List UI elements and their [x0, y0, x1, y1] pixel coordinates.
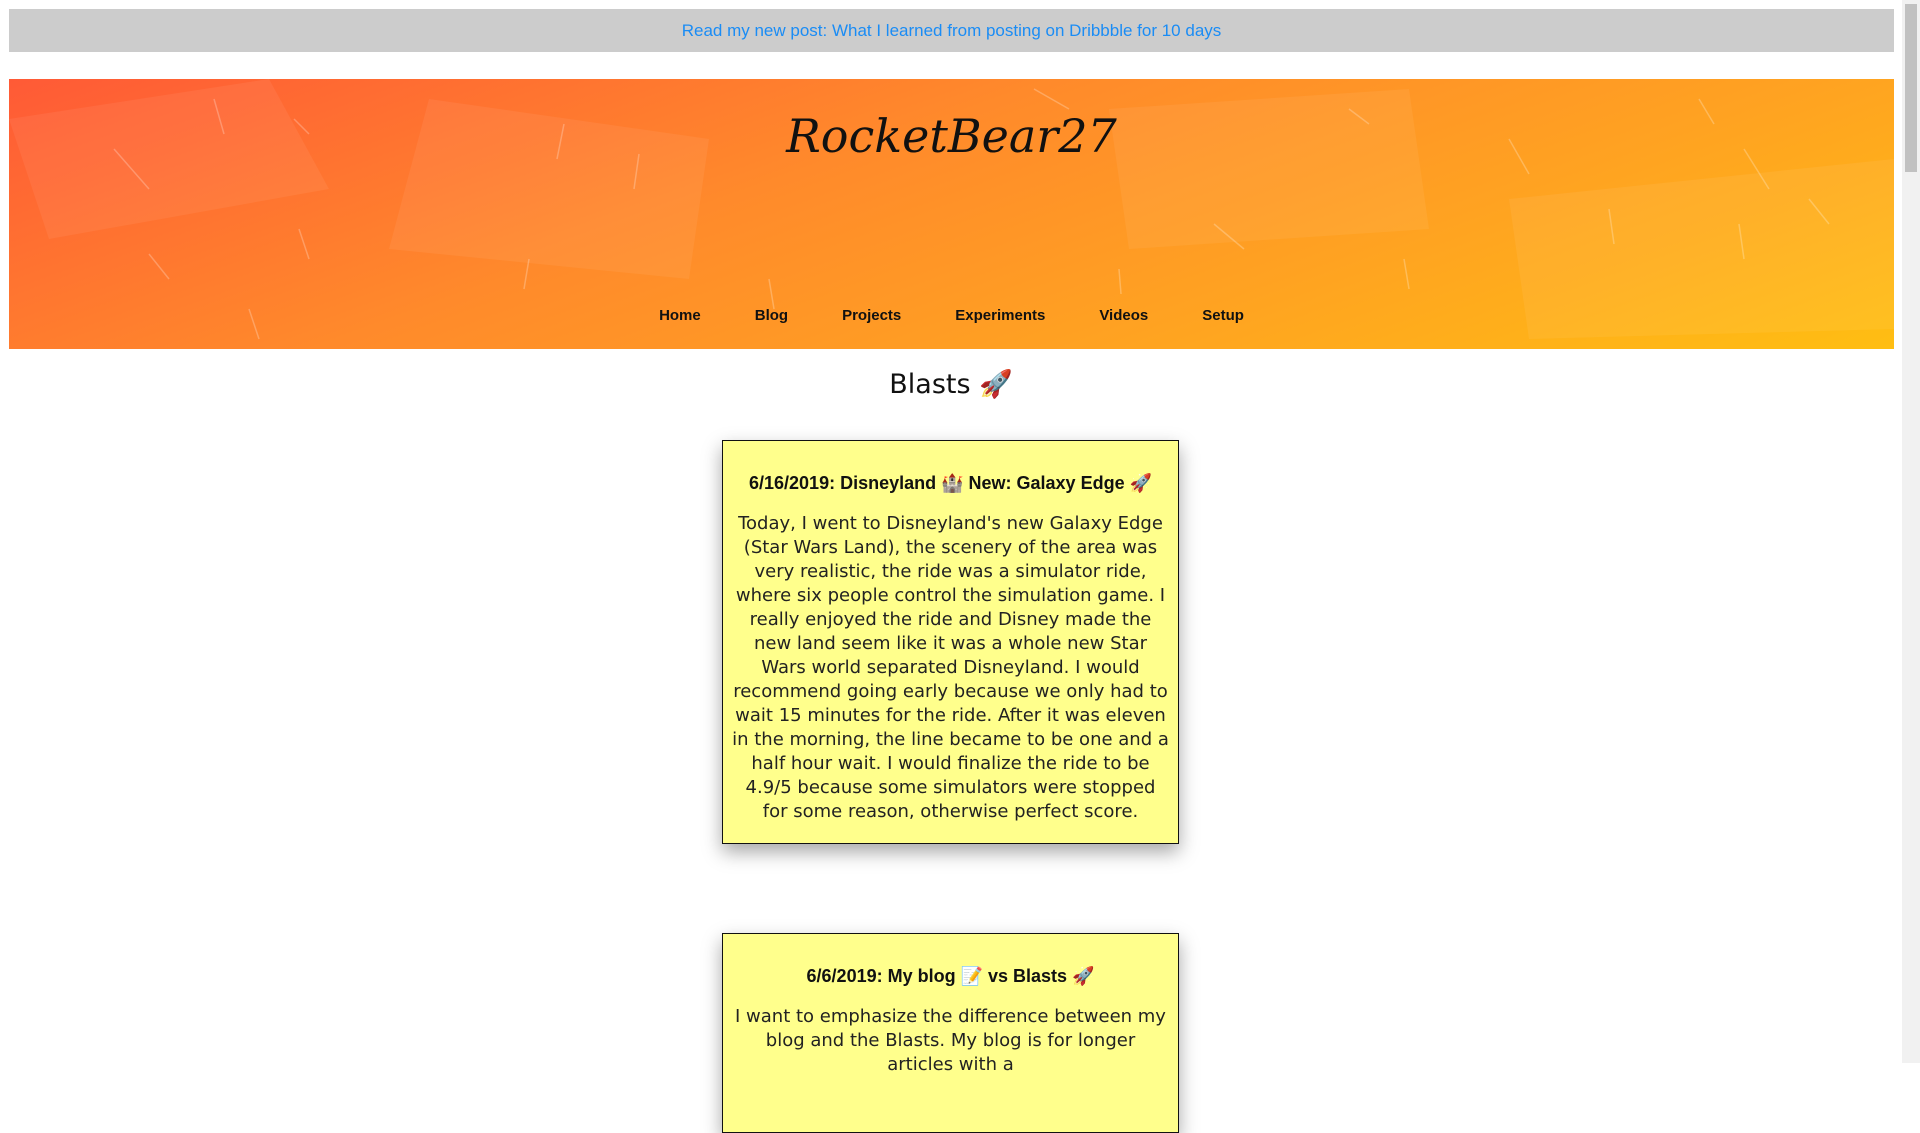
post-body: Today, I went to Disneyland's new Galaxy… [732, 513, 1169, 822]
nav-experiments[interactable]: Experiments [928, 307, 1072, 324]
nav-blog[interactable]: Blog [728, 307, 815, 324]
blast-post: 6/6/2019: My blog 📝 vs Blasts 🚀 I want t… [722, 933, 1179, 1133]
vertical-scrollbar[interactable] [1902, 0, 1920, 1063]
post-title: 6/16/2019: Disneyland 🏰 New: Galaxy Edge… [749, 473, 1152, 493]
post-body: I want to emphasize the difference betwe… [735, 1006, 1166, 1075]
site-logo[interactable]: RocketBear27 [9, 109, 1894, 163]
post-title: 6/6/2019: My blog 📝 vs Blasts 🚀 [806, 966, 1095, 986]
scrollbar-thumb[interactable] [1905, 4, 1917, 172]
announcement-bar: Read my new post: What I learned from po… [9, 9, 1894, 52]
page: Read my new post: What I learned from po… [0, 0, 1902, 1133]
nav-home[interactable]: Home [632, 307, 728, 324]
page-title: Blasts 🚀 [889, 369, 1013, 400]
nav-videos[interactable]: Videos [1072, 307, 1175, 324]
header-banner: RocketBear27 Home Blog Projects Experime… [9, 79, 1894, 349]
announcement-link[interactable]: Read my new post: What I learned from po… [682, 21, 1222, 41]
nav-setup[interactable]: Setup [1175, 307, 1271, 324]
nav-projects[interactable]: Projects [815, 307, 928, 324]
main-nav: Home Blog Projects Experiments Videos Se… [9, 307, 1894, 324]
blast-post: 6/16/2019: Disneyland 🏰 New: Galaxy Edge… [722, 440, 1179, 844]
